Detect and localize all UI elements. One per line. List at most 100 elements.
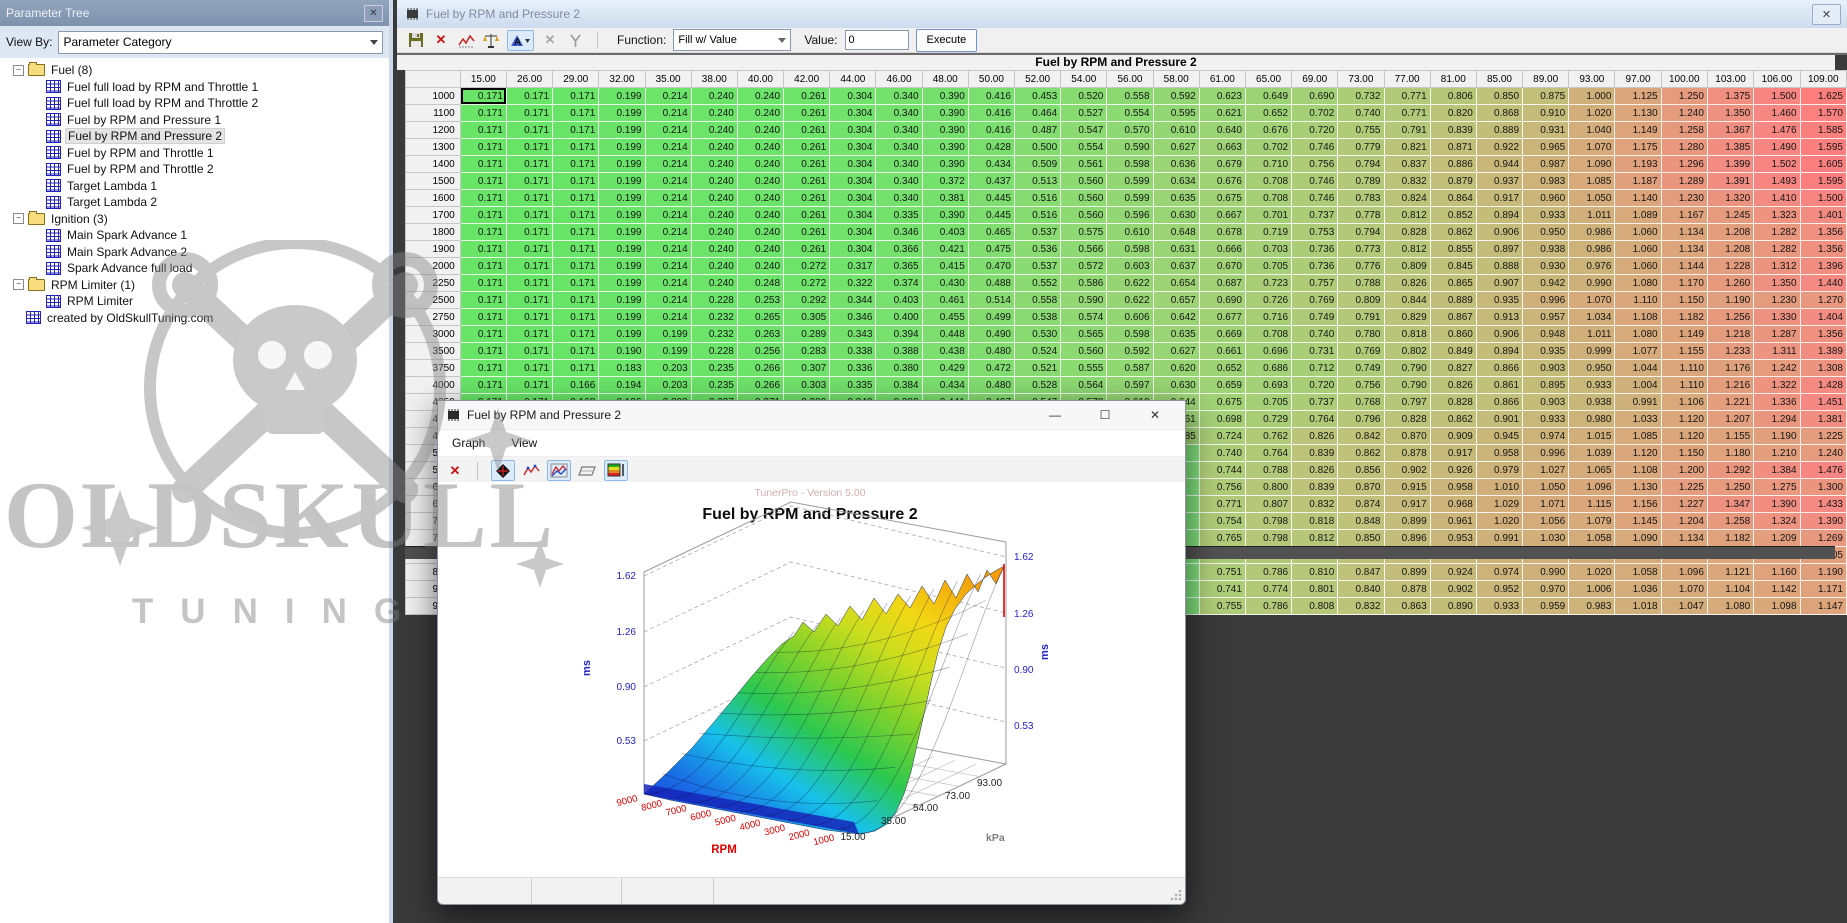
grid-cell[interactable]: 0.261: [784, 224, 830, 241]
grid-cell[interactable]: 0.171: [506, 343, 552, 360]
grid-cell[interactable]: 0.199: [645, 343, 691, 360]
grid-cell[interactable]: 0.598: [1107, 326, 1153, 343]
row-header[interactable]: 2500: [406, 292, 461, 309]
grid-cell[interactable]: 0.434: [922, 377, 968, 394]
grid-cell[interactable]: 0.983: [1569, 598, 1615, 615]
column-header[interactable]: 89.00: [1523, 71, 1569, 88]
grid-cell[interactable]: 1.110: [1661, 360, 1707, 377]
grid-cell[interactable]: 1.070: [1661, 581, 1707, 598]
grid-cell[interactable]: 0.166: [553, 377, 599, 394]
grid-cell[interactable]: 1.085: [1615, 428, 1661, 445]
minimize-button[interactable]: —: [1033, 402, 1077, 429]
grid-cell[interactable]: 0.812: [1292, 530, 1338, 547]
grid-cell[interactable]: 0.878: [1384, 581, 1430, 598]
grid-cell[interactable]: 0.832: [1338, 598, 1384, 615]
grid-cell[interactable]: 0.868: [1476, 105, 1522, 122]
grid-cell[interactable]: 0.303: [784, 377, 830, 394]
grid-cell[interactable]: 0.670: [1199, 258, 1245, 275]
row-header[interactable]: 4000: [406, 377, 461, 394]
grid-cell[interactable]: 1.490: [1754, 139, 1800, 156]
grid-cell[interactable]: 0.669: [1199, 326, 1245, 343]
grid-cell[interactable]: 0.666: [1199, 241, 1245, 258]
grid-cell[interactable]: 0.171: [460, 292, 506, 309]
grid-cell[interactable]: 0.171: [460, 377, 506, 394]
grid-cell[interactable]: 0.960: [1523, 190, 1569, 207]
grid-cell[interactable]: 0.265: [737, 309, 783, 326]
grid-cell[interactable]: 0.304: [830, 173, 876, 190]
grid-cell[interactable]: 0.228: [691, 343, 737, 360]
grid-cell[interactable]: 0.631: [1153, 241, 1199, 258]
grid-cell[interactable]: 0.710: [1245, 156, 1291, 173]
grid-cell[interactable]: 0.634: [1153, 173, 1199, 190]
grid-cell[interactable]: 1.260: [1707, 275, 1753, 292]
grid-cell[interactable]: 0.527: [1061, 105, 1107, 122]
column-header[interactable]: 61.00: [1199, 71, 1245, 88]
grid-cell[interactable]: 0.788: [1245, 462, 1291, 479]
grid-cell[interactable]: 0.199: [599, 326, 645, 343]
grid-cell[interactable]: 1.080: [1615, 326, 1661, 343]
grid-cell[interactable]: 0.783: [1338, 190, 1384, 207]
grid-cell[interactable]: 0.214: [645, 224, 691, 241]
grid-cell[interactable]: 0.866: [1476, 360, 1522, 377]
grid-cell[interactable]: 1.182: [1661, 309, 1707, 326]
grid-cell[interactable]: 1.106: [1661, 394, 1707, 411]
grid-cell[interactable]: 0.635: [1153, 326, 1199, 343]
parameter-tree-titlebar[interactable]: Parameter Tree ✕: [0, 0, 389, 26]
grid-cell[interactable]: 0.428: [968, 139, 1014, 156]
grid-cell[interactable]: 0.741: [1199, 581, 1245, 598]
grid-cell[interactable]: 1.134: [1661, 241, 1707, 258]
grid-cell[interactable]: 1.190: [1800, 564, 1846, 581]
grid-cell[interactable]: 0.640: [1199, 122, 1245, 139]
grid-cell[interactable]: 0.520: [1061, 88, 1107, 105]
grid-cell[interactable]: 0.737: [1292, 394, 1338, 411]
grid-cell[interactable]: 0.826: [1384, 275, 1430, 292]
grid-cell[interactable]: 1.230: [1661, 190, 1707, 207]
grid-cell[interactable]: 0.821: [1384, 139, 1430, 156]
plane-icon[interactable]: [578, 461, 597, 480]
grid-cell[interactable]: 0.214: [645, 122, 691, 139]
grid-cell[interactable]: 0.719: [1245, 224, 1291, 241]
grid-cell[interactable]: 1.098: [1754, 598, 1800, 615]
grid-cell[interactable]: 0.620: [1153, 360, 1199, 377]
grid-cell[interactable]: 1.218: [1707, 326, 1753, 343]
grid-cell[interactable]: 0.736: [1292, 241, 1338, 258]
column-header[interactable]: 65.00: [1245, 71, 1291, 88]
grid-cell[interactable]: 0.863: [1384, 598, 1430, 615]
grid-cell[interactable]: 1.390: [1754, 496, 1800, 513]
grid-cell[interactable]: 1.289: [1661, 173, 1707, 190]
grid-cell[interactable]: 0.870: [1384, 428, 1430, 445]
tree-item[interactable]: Target Lambda 2: [0, 194, 389, 211]
grid-cell[interactable]: 0.789: [1338, 173, 1384, 190]
grid-cell[interactable]: 0.203: [645, 360, 691, 377]
grid-cell[interactable]: 0.488: [968, 275, 1014, 292]
grid-cell[interactable]: 0.283: [784, 343, 830, 360]
grid-cell[interactable]: 1.356: [1800, 224, 1846, 241]
grid-cell[interactable]: 1.502: [1754, 156, 1800, 173]
grid-cell[interactable]: 0.416: [968, 88, 1014, 105]
grid-cell[interactable]: 0.944: [1476, 156, 1522, 173]
grid-cell[interactable]: 0.214: [645, 156, 691, 173]
grid-cell[interactable]: 0.948: [1523, 326, 1569, 343]
grid-cell[interactable]: 0.430: [922, 275, 968, 292]
expand-collapse-icon[interactable]: −: [13, 213, 24, 224]
grid-cell[interactable]: 0.889: [1476, 122, 1522, 139]
grid-cell[interactable]: 1.208: [1707, 241, 1753, 258]
grid-cell[interactable]: 0.786: [1245, 564, 1291, 581]
grid-cell[interactable]: 1.312: [1754, 258, 1800, 275]
grid-cell[interactable]: 1.347: [1707, 496, 1753, 513]
grid-cell[interactable]: 0.171: [506, 360, 552, 377]
grid-cell[interactable]: 0.199: [599, 122, 645, 139]
grid-cell[interactable]: 0.453: [1015, 88, 1061, 105]
grid-cell[interactable]: 0.240: [737, 224, 783, 241]
grid-cell[interactable]: 0.610: [1153, 122, 1199, 139]
grid-cell[interactable]: 1.258: [1707, 513, 1753, 530]
grid-cell[interactable]: 0.907: [1476, 275, 1522, 292]
row-header[interactable]: 1400: [406, 156, 461, 173]
grid-cell[interactable]: 1.269: [1800, 530, 1846, 547]
grid-cell[interactable]: 1.039: [1569, 445, 1615, 462]
grid-cell[interactable]: 0.749: [1292, 309, 1338, 326]
grid-cell[interactable]: 0.475: [968, 241, 1014, 258]
grid-cell[interactable]: 1.058: [1569, 530, 1615, 547]
grid-cell[interactable]: 0.737: [1292, 207, 1338, 224]
grid-cell[interactable]: 0.171: [553, 275, 599, 292]
